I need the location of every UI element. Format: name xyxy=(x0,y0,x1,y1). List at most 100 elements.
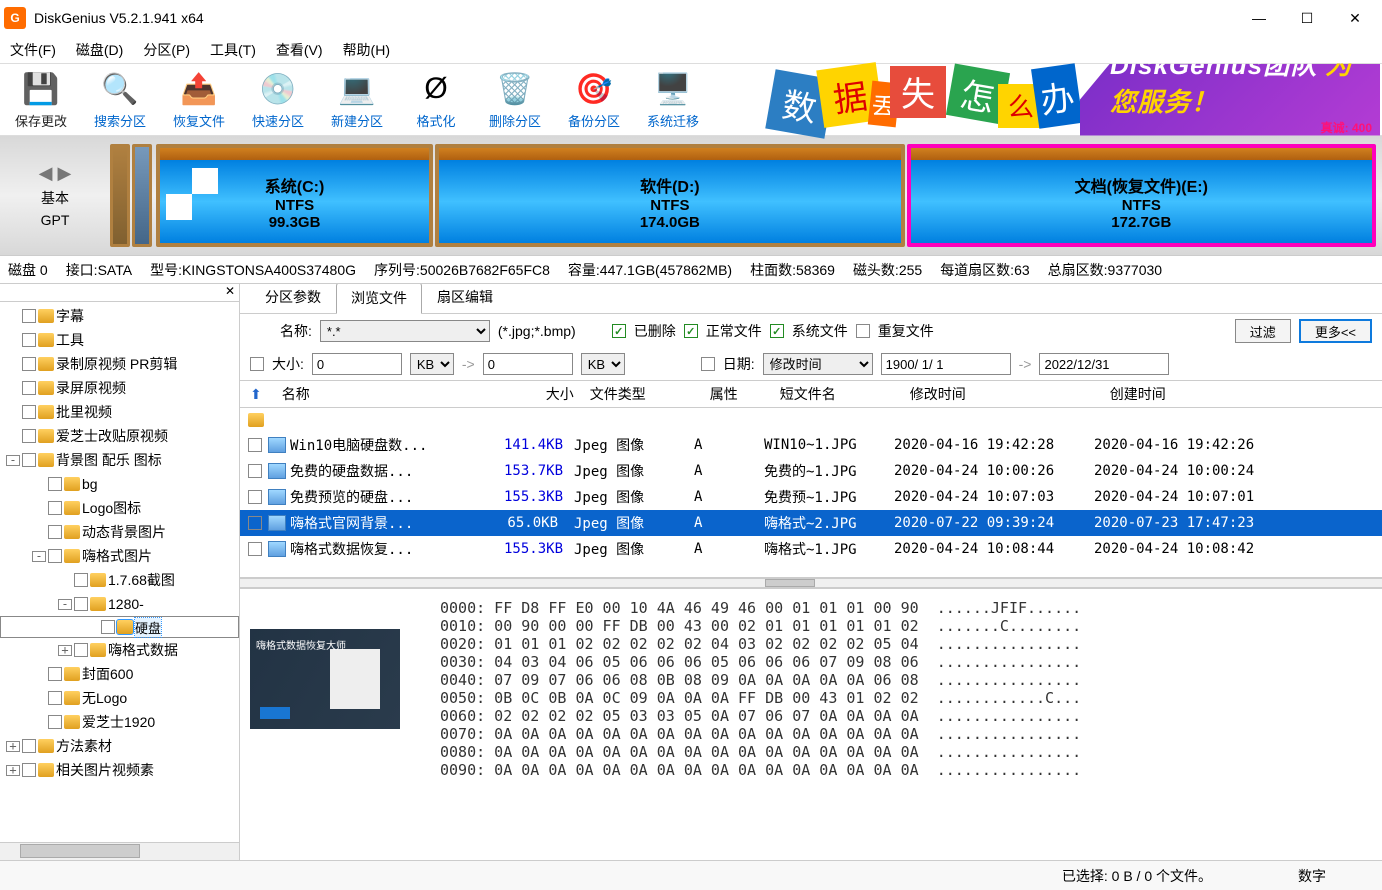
file-checkbox[interactable] xyxy=(248,490,262,504)
tree-node[interactable]: bg xyxy=(0,472,239,496)
toolbar-format[interactable]: Ø格式化 xyxy=(397,66,475,134)
tree-checkbox[interactable] xyxy=(22,333,36,347)
menu-tools[interactable]: 工具(T) xyxy=(210,40,256,60)
tree-label[interactable]: 无Logo xyxy=(82,688,127,708)
hex-dump[interactable]: 0000: FF D8 FF E0 00 10 4A 46 49 46 00 0… xyxy=(410,589,1382,860)
tree-node[interactable]: +方法素材 xyxy=(0,734,239,758)
promo-banner[interactable]: DiskGenius团队 为您服务！ 真诚: 400 QQ: 400008995 xyxy=(1080,64,1380,136)
tree-checkbox[interactable] xyxy=(22,429,36,443)
tree-checkbox[interactable] xyxy=(48,715,62,729)
tree-node[interactable]: Logo图标 xyxy=(0,496,239,520)
tree-expander-icon[interactable]: - xyxy=(58,599,72,610)
tree-label[interactable]: 方法素材 xyxy=(56,736,112,756)
tree-node[interactable]: 工具 xyxy=(0,328,239,352)
tree-node[interactable]: 封面600 xyxy=(0,662,239,686)
file-row[interactable]: 免费预览的硬盘...155.3KBJpeg 图像A免费预~1.JPG2020-0… xyxy=(240,484,1382,510)
tree-node[interactable]: -背景图 配乐 图标 xyxy=(0,448,239,472)
small-partition-1[interactable] xyxy=(110,144,130,247)
tree-node[interactable]: 爱芝士1920 xyxy=(0,710,239,734)
tree-checkbox[interactable] xyxy=(22,381,36,395)
tree-node[interactable]: 硬盘 xyxy=(0,616,239,638)
col-name[interactable]: 名称 xyxy=(262,384,512,404)
col-short[interactable]: 短文件名 xyxy=(772,384,902,404)
tree-label[interactable]: 封面600 xyxy=(82,664,133,684)
tree-label[interactable]: 1280- xyxy=(108,596,144,612)
checkbox-dup[interactable] xyxy=(856,324,870,338)
menu-partition[interactable]: 分区(P) xyxy=(143,40,190,60)
menu-view[interactable]: 查看(V) xyxy=(276,40,323,60)
toolbar-delete-partition[interactable]: 🗑️删除分区 xyxy=(476,66,554,134)
tree-checkbox[interactable] xyxy=(22,453,36,467)
col-attr[interactable]: 属性 xyxy=(702,384,772,404)
date-type-select[interactable]: 修改时间 xyxy=(763,353,873,375)
tree-label[interactable]: 动态背景图片 xyxy=(82,522,166,542)
tree-node[interactable]: 爱芝士改贴原视频 xyxy=(0,424,239,448)
tree-node[interactable]: 字幕 xyxy=(0,304,239,328)
tree-checkbox[interactable] xyxy=(48,477,62,491)
tree-checkbox[interactable] xyxy=(22,739,36,753)
file-checkbox[interactable] xyxy=(248,542,262,556)
file-list-hscroll[interactable] xyxy=(240,578,1382,588)
partition-0[interactable]: 系统(C:)NTFS99.3GB xyxy=(156,144,433,247)
close-button[interactable]: ✕ xyxy=(1332,3,1378,33)
more-button[interactable]: 更多<< xyxy=(1299,319,1372,343)
checkbox-normal[interactable]: ✓ xyxy=(684,324,698,338)
preview-thumbnail[interactable]: 嗨格式数据恢复大师 xyxy=(250,629,400,729)
col-mtime[interactable]: 修改时间 xyxy=(902,384,1102,404)
filter-name-input[interactable]: *.* xyxy=(320,320,490,342)
file-checkbox[interactable] xyxy=(248,516,262,530)
size-unit-to[interactable]: KB xyxy=(581,353,625,375)
date-from-input[interactable] xyxy=(881,353,1011,375)
tree-checkbox[interactable] xyxy=(22,357,36,371)
col-ctime[interactable]: 创建时间 xyxy=(1102,384,1302,404)
maximize-button[interactable]: ☐ xyxy=(1284,3,1330,33)
tree-checkbox[interactable] xyxy=(22,309,36,323)
minimize-button[interactable]: — xyxy=(1236,3,1282,33)
folder-up-row[interactable] xyxy=(240,408,1382,432)
toolbar-backup-partition[interactable]: 🎯备份分区 xyxy=(555,66,633,134)
tree-label[interactable]: 爱芝士改贴原视频 xyxy=(56,426,168,446)
size-to-input[interactable] xyxy=(483,353,573,375)
tree-checkbox[interactable] xyxy=(22,763,36,777)
tree-label[interactable]: 相关图片视频素 xyxy=(56,760,154,780)
file-row[interactable]: 嗨格式数据恢复...155.3KBJpeg 图像A嗨格式~1.JPG2020-0… xyxy=(240,536,1382,562)
date-to-input[interactable] xyxy=(1039,353,1169,375)
tree-checkbox[interactable] xyxy=(74,597,88,611)
tree-label[interactable]: 字幕 xyxy=(56,306,84,326)
tree-label[interactable]: 录屏原视频 xyxy=(56,378,126,398)
tree-node[interactable]: 录制原视频 PR剪辑 xyxy=(0,352,239,376)
toolbar-recover[interactable]: 📤恢复文件 xyxy=(160,66,238,134)
size-unit-from[interactable]: KB xyxy=(410,353,454,375)
toolbar-migrate[interactable]: 🖥️系统迁移 xyxy=(634,66,712,134)
tree-node[interactable]: 无Logo xyxy=(0,686,239,710)
tree-checkbox[interactable] xyxy=(48,549,62,563)
tree-checkbox[interactable] xyxy=(22,405,36,419)
partition-2[interactable]: 文档(恢复文件)(E:)NTFS172.7GB xyxy=(907,144,1376,247)
tree-checkbox[interactable] xyxy=(48,667,62,681)
tree-label[interactable]: 背景图 配乐 图标 xyxy=(56,450,162,470)
col-type[interactable]: 文件类型 xyxy=(582,384,702,404)
file-list[interactable]: Win10电脑硬盘数...141.4KBJpeg 图像AWIN10~1.JPG2… xyxy=(240,408,1382,578)
menu-help[interactable]: 帮助(H) xyxy=(343,40,390,60)
tree-expander-icon[interactable]: + xyxy=(58,645,72,656)
file-checkbox[interactable] xyxy=(248,464,262,478)
checkbox-deleted[interactable]: ✓ xyxy=(612,324,626,338)
col-size[interactable]: 大小 xyxy=(512,384,582,404)
menu-disk[interactable]: 磁盘(D) xyxy=(76,40,123,60)
small-partition-2[interactable] xyxy=(132,144,152,247)
size-from-input[interactable] xyxy=(312,353,402,375)
tree-node[interactable]: -嗨格式图片 xyxy=(0,544,239,568)
tab-sector-edit[interactable]: 扇区编辑 xyxy=(422,284,508,313)
checkbox-size[interactable] xyxy=(250,357,264,371)
file-row[interactable]: Win10电脑硬盘数...141.4KBJpeg 图像AWIN10~1.JPG2… xyxy=(240,432,1382,458)
tree-label[interactable]: 硬盘 xyxy=(135,618,161,637)
toolbar-save[interactable]: 💾保存更改 xyxy=(2,66,80,134)
tree-node[interactable]: 1.7.68截图 xyxy=(0,568,239,592)
tab-browse-files[interactable]: 浏览文件 xyxy=(336,284,422,314)
tree-label[interactable]: Logo图标 xyxy=(82,498,141,518)
tree-checkbox[interactable] xyxy=(48,525,62,539)
tree-scrollbar[interactable] xyxy=(0,842,239,860)
toolbar-new-partition[interactable]: 💻新建分区 xyxy=(318,66,396,134)
tree-label[interactable]: 嗨格式图片 xyxy=(82,546,152,566)
tree-checkbox[interactable] xyxy=(48,691,62,705)
